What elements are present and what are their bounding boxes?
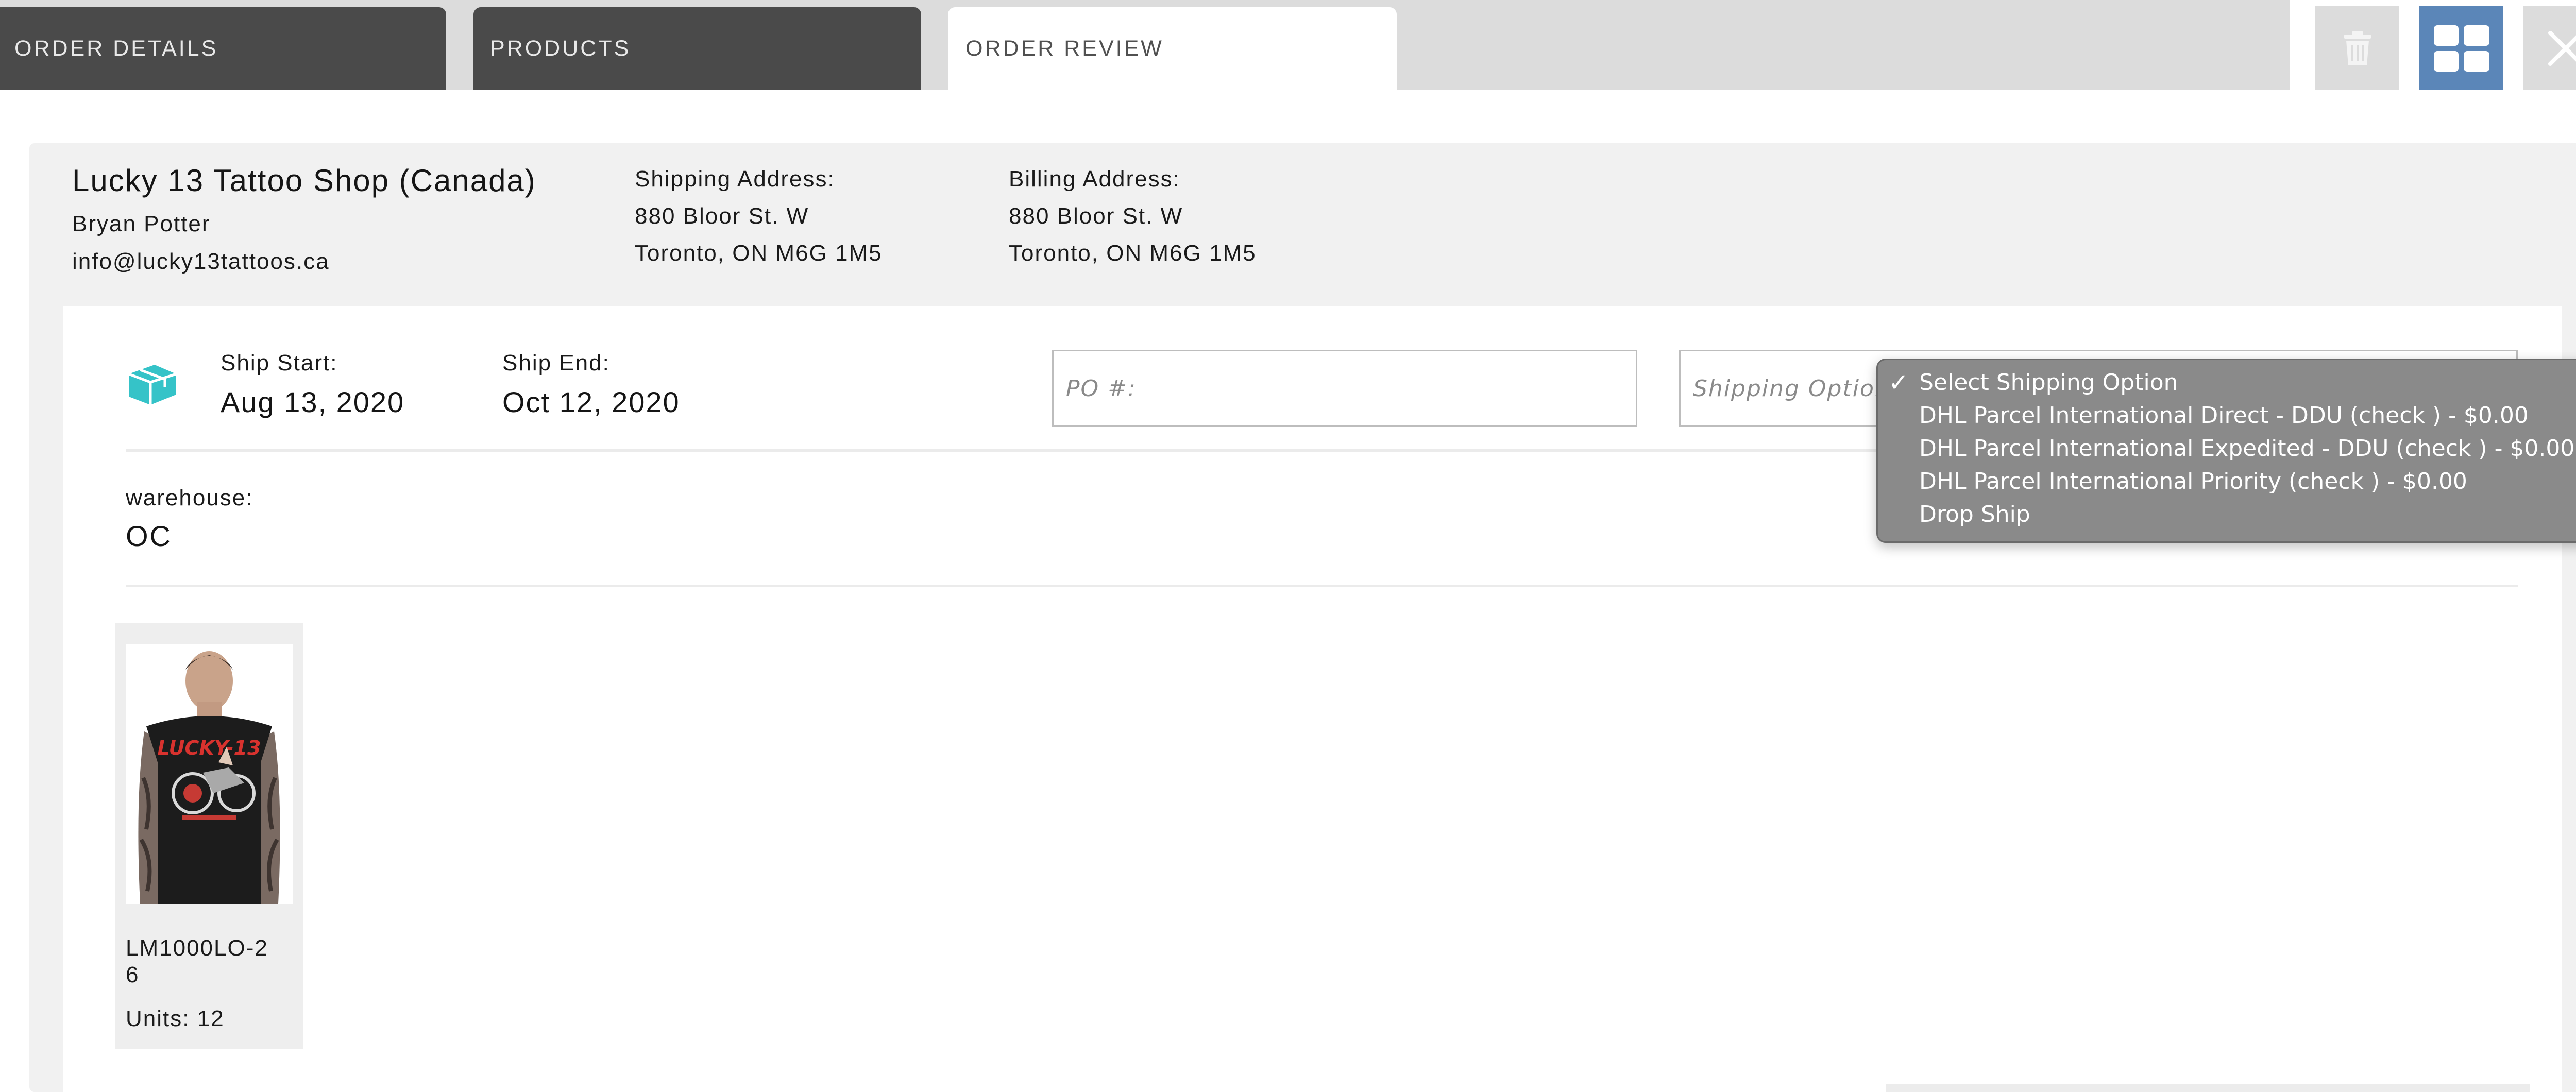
checkmark-icon: ✓ (1888, 368, 1909, 397)
divider (126, 585, 2518, 587)
shipping-option-item[interactable]: DHL Parcel International Direct - DDU (c… (1919, 402, 2529, 429)
layout-toggle-button[interactable] (2419, 6, 2503, 90)
product-units-label: Units: (126, 1006, 190, 1031)
warehouse-label: warehouse: (126, 485, 253, 510)
billing-address: Billing Address: 880 Bloor St. W Toronto… (1009, 161, 1257, 272)
shipping-address: Shipping Address: 880 Bloor St. W Toront… (635, 161, 883, 272)
shipping-option-item[interactable]: Select Shipping Option (1919, 369, 2178, 396)
shipping-option-item[interactable]: DHL Parcel International Priority (check… (1919, 468, 2467, 494)
shipping-option-item[interactable]: DHL Parcel International Expedited - DDU… (1919, 435, 2574, 462)
shipping-option-item[interactable]: Drop Ship (1919, 501, 2030, 527)
tab-order-review[interactable]: Order Review (948, 7, 1397, 90)
product-image: LUCKY-13 (126, 644, 293, 904)
billing-address-label: Billing Address: (1009, 166, 1180, 192)
shipping-address-label: Shipping Address: (635, 166, 835, 192)
product-sku: LM1000LO-26 (126, 935, 268, 987)
shipping-address-line1: 880 Bloor St. W (635, 203, 809, 229)
package-icon (128, 365, 177, 405)
tab-order-details-label: Order Details (14, 36, 218, 61)
tab-products-label: Products (490, 36, 631, 61)
trash-icon (2344, 30, 2371, 65)
shipping-option-dropdown: ✓ Select Shipping Option DHL Parcel Inte… (1876, 359, 2576, 543)
grid-layout-icon (2433, 25, 2489, 72)
ship-start-label: Ship Start: (221, 350, 338, 376)
tshirt-back-photo-icon: LUCKY-13 (126, 644, 293, 904)
tab-products[interactable]: Products (473, 7, 921, 90)
close-button[interactable] (2523, 6, 2576, 90)
svg-text:LUCKY-13: LUCKY-13 (158, 737, 261, 759)
order-summary-panel (1886, 1084, 2530, 1092)
tab-order-review-label: Order Review (965, 36, 1164, 61)
shipping-option-placeholder: Shipping Option (1693, 375, 1890, 402)
close-icon (2548, 30, 2576, 66)
customer-contact: Bryan Potter (72, 211, 211, 236)
tab-order-details[interactable]: Order Details (0, 7, 446, 90)
product-units-value: 12 (197, 1006, 225, 1031)
ship-start-value: Aug 13, 2020 (221, 386, 405, 418)
shipping-address-line2: Toronto, ON M6G 1M5 (635, 241, 883, 266)
customer-email: info@lucky13tattoos.ca (72, 249, 330, 274)
po-number-input[interactable] (1052, 350, 1637, 427)
ship-end-label: Ship End: (502, 350, 610, 376)
customer-name: Lucky 13 Tattoo Shop (Canada) (72, 163, 536, 198)
warehouse-value: OC (126, 520, 172, 552)
billing-address-line1: 880 Bloor St. W (1009, 203, 1183, 229)
product-units: Units: 12 (126, 1006, 225, 1032)
billing-address-line2: Toronto, ON M6G 1M5 (1009, 241, 1257, 266)
ship-end-value: Oct 12, 2020 (502, 386, 680, 418)
delete-button[interactable] (2315, 6, 2399, 90)
